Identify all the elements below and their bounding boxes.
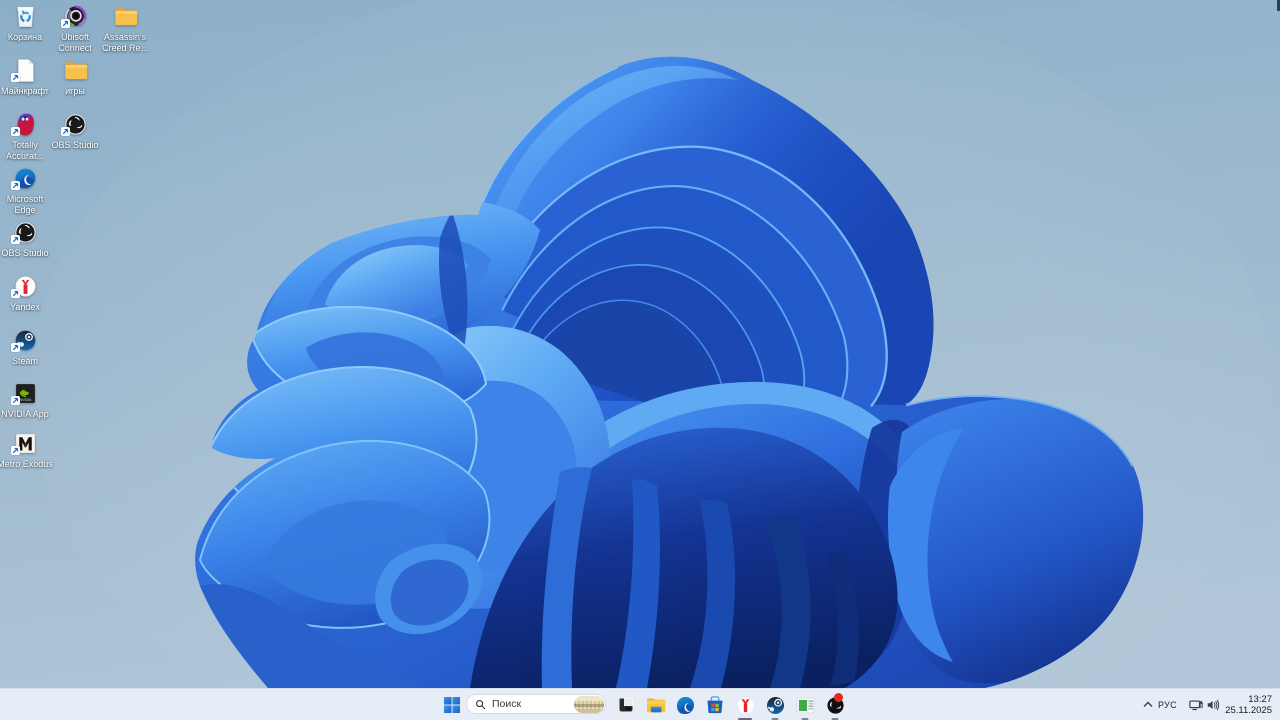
svg-text:NVIDIA: NVIDIA (19, 398, 31, 402)
